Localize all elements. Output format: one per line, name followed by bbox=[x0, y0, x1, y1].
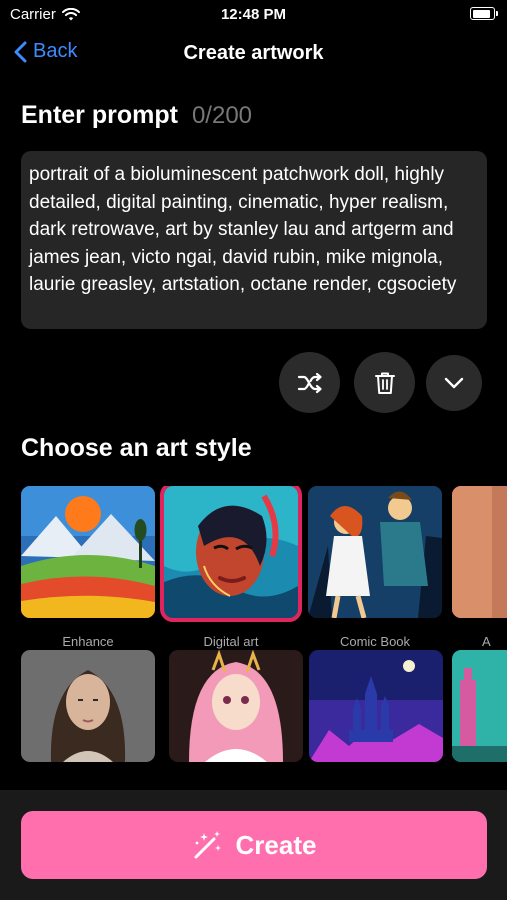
create-label: Create bbox=[235, 829, 317, 860]
digital-art-portrait-thumbnail bbox=[164, 486, 298, 618]
style-4-thumbnail bbox=[452, 486, 507, 618]
style-label-enhance: Enhance bbox=[62, 634, 114, 649]
expand-button[interactable] bbox=[426, 355, 482, 411]
castle-thumbnail bbox=[309, 650, 443, 762]
style-card-anime[interactable] bbox=[169, 650, 303, 762]
style-label-digital-art: Digital art bbox=[203, 634, 259, 649]
style-card-fantasy[interactable] bbox=[309, 650, 443, 762]
battery-icon bbox=[470, 7, 498, 20]
styles-heading: Choose an art style bbox=[21, 434, 252, 462]
style-label-comic-book: Comic Book bbox=[339, 634, 411, 649]
shuffle-button[interactable] bbox=[279, 352, 340, 413]
style-card-comic-book[interactable] bbox=[308, 486, 442, 618]
clock: 12:48 PM bbox=[220, 6, 287, 23]
style-card-enhance[interactable] bbox=[21, 486, 155, 618]
anime-thumbnail bbox=[169, 650, 303, 762]
landscape-thumbnail bbox=[21, 486, 155, 618]
chevron-down-icon bbox=[444, 377, 464, 389]
sparkles-icon bbox=[194, 831, 221, 859]
status-bar: Carrier 12:48 PM bbox=[0, 0, 507, 30]
style-card-pixel[interactable] bbox=[452, 650, 507, 762]
comic-book-thumbnail bbox=[308, 486, 442, 618]
style-card-digital-art[interactable] bbox=[160, 486, 302, 622]
prompt-header: Enter prompt 0/200 bbox=[21, 101, 252, 130]
style-label-4: A bbox=[482, 634, 491, 649]
style-card-4[interactable] bbox=[452, 486, 507, 618]
battery-fill bbox=[472, 9, 490, 18]
styles-row-2 bbox=[21, 650, 507, 762]
delete-button[interactable] bbox=[354, 352, 415, 413]
pixel-art-thumbnail bbox=[452, 650, 507, 762]
shuffle-icon bbox=[297, 372, 322, 393]
nav-bar: Back Create artwork bbox=[0, 30, 507, 76]
prompt-heading: Enter prompt bbox=[21, 101, 178, 129]
prompt-counter: 0/200 bbox=[191, 102, 253, 129]
styles-row-1: Enhance Digital art Comic Book A bbox=[21, 486, 507, 658]
create-button[interactable]: Create bbox=[21, 811, 487, 879]
prompt-input[interactable]: portrait of a bioluminescent patchwork d… bbox=[21, 151, 487, 329]
style-card-photo[interactable] bbox=[21, 650, 155, 762]
photo-portrait-thumbnail bbox=[21, 650, 155, 762]
trash-icon bbox=[374, 372, 395, 394]
page-title: Create artwork bbox=[183, 42, 324, 64]
